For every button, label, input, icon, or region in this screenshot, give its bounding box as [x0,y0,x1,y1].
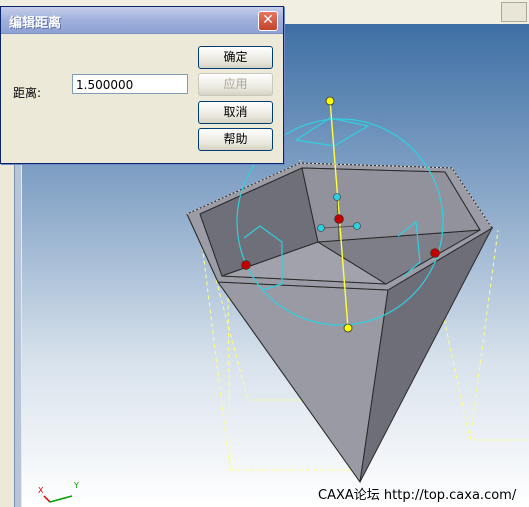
help-button[interactable]: 帮助 [198,128,273,151]
close-icon: ✕ [262,12,274,28]
axis-y-label: Y [74,481,79,490]
distance-label: 距离: [13,86,42,100]
dialog-titlebar[interactable]: 编辑距离 ✕ [1,7,283,34]
apply-button[interactable]: 应用 [198,73,273,96]
close-button[interactable]: ✕ [258,11,278,31]
cancel-button[interactable]: 取消 [198,101,273,124]
handle-point-right [430,248,440,258]
dialog-body: 距离: 1.500000 确定 应用 取消 帮助 [1,34,283,163]
distance-input[interactable]: 1.500000 [72,74,188,94]
forum-watermark: CAXA论坛 http://top.caxa.com/ [318,488,517,503]
axis-labels: X Y [38,481,79,495]
window-control[interactable] [501,2,527,22]
axis-triad-icon [43,495,73,503]
ok-button[interactable]: 确定 [198,46,273,69]
axis-end-bottom [343,323,353,333]
dialog-title: 编辑距离 [9,16,62,31]
edit-distance-dialog: 编辑距离 ✕ 距离: 1.500000 确定 应用 取消 帮助 [0,6,284,164]
axis-end-top [325,96,335,106]
axis-x-label: X [38,486,44,495]
solid-model [186,162,494,484]
handle-point-left [241,260,251,270]
